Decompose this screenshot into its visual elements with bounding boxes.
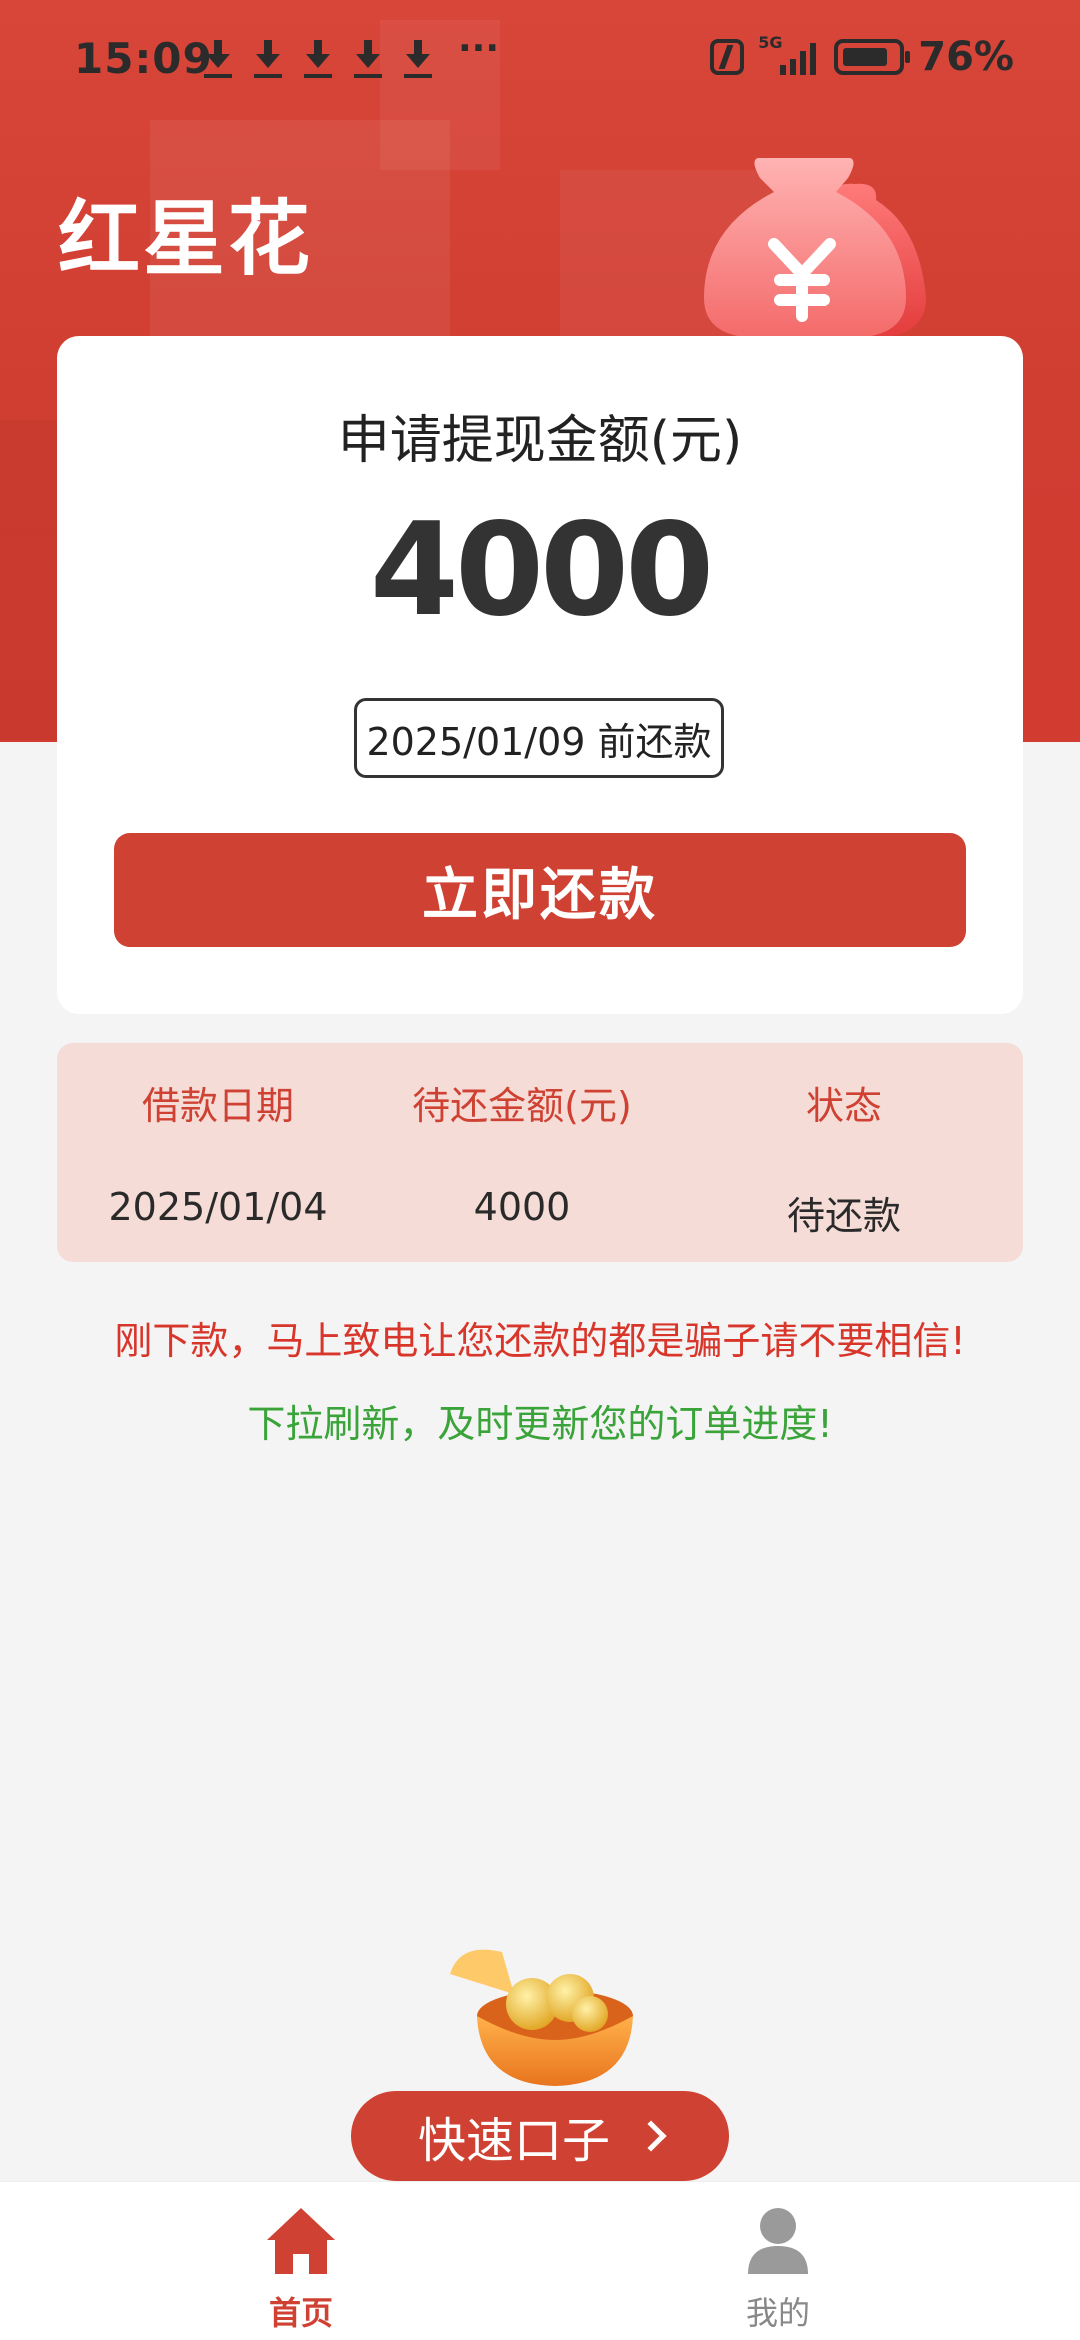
home-icon bbox=[267, 2208, 335, 2274]
fraud-warning-text: 刚下款，马上致电让您还款的都是骗子请不要相信! bbox=[114, 1319, 966, 1363]
more-notifications-icon: ··· bbox=[458, 28, 500, 69]
status-bar: 15:09 ··· 5G 76% bbox=[0, 0, 1080, 120]
quick-loan-label: 快速口子 bbox=[417, 2113, 610, 2169]
loan-date-value: 2025/01/04 bbox=[108, 1185, 328, 1229]
app-screen: 15:09 ··· 5G 76% 红星花 申请提现金额(元) 4000 2025… bbox=[0, 0, 1080, 2340]
quick-loan-button[interactable]: 快速口子 bbox=[351, 2091, 729, 2181]
repay-now-button[interactable]: 立即还款 bbox=[114, 833, 966, 947]
refresh-tip-text: 下拉刷新，及时更新您的订单进度! bbox=[247, 1402, 833, 1446]
withdraw-card: 申请提现金额(元) 4000 2025/01/09 前还款 立即还款 bbox=[57, 336, 1023, 1014]
battery-percent: 76% bbox=[918, 34, 1014, 80]
battery-icon bbox=[834, 39, 911, 75]
chevron-right-icon bbox=[635, 2120, 667, 2152]
download-icon bbox=[350, 38, 386, 78]
download-icon bbox=[300, 38, 336, 78]
nav-item-home[interactable]: 首页 bbox=[201, 2204, 401, 2334]
status-time: 15:09 bbox=[74, 34, 213, 83]
download-icon bbox=[400, 38, 436, 78]
system-indicators: 5G 76% bbox=[710, 34, 1014, 80]
nav-item-mine[interactable]: 我的 bbox=[678, 2204, 878, 2334]
withdraw-amount-label: 申请提现金额(元) bbox=[337, 411, 743, 471]
money-bag-icon bbox=[704, 158, 926, 338]
status-value: 待还款 bbox=[786, 1194, 901, 1238]
download-notifications bbox=[200, 38, 436, 78]
app-title: 红星花 bbox=[58, 192, 314, 287]
signal-icon: 5G bbox=[758, 35, 820, 77]
nfc-icon bbox=[710, 39, 745, 75]
download-icon bbox=[200, 38, 236, 78]
column-header-loan-date: 借款日期 bbox=[141, 1084, 294, 1128]
loan-summary-table: 借款日期 待还金额(元) 状态 2025/01/04 4000 待还款 bbox=[57, 1043, 1023, 1262]
due-date-badge: 2025/01/09 前还款 bbox=[354, 698, 724, 778]
person-icon bbox=[748, 2208, 808, 2274]
column-header-status: 状态 bbox=[805, 1084, 882, 1128]
withdraw-amount-value: 4000 bbox=[369, 496, 714, 645]
column-header-amount-due: 待还金额(元) bbox=[412, 1084, 632, 1128]
nav-label-mine: 我的 bbox=[745, 2294, 810, 2332]
treasure-pot-icon bbox=[450, 1949, 633, 2086]
amount-due-value: 4000 bbox=[473, 1185, 571, 1229]
bottom-navigation: 首页 我的 bbox=[0, 2181, 1080, 2340]
nav-label-home: 首页 bbox=[268, 2294, 333, 2332]
download-icon bbox=[250, 38, 286, 78]
